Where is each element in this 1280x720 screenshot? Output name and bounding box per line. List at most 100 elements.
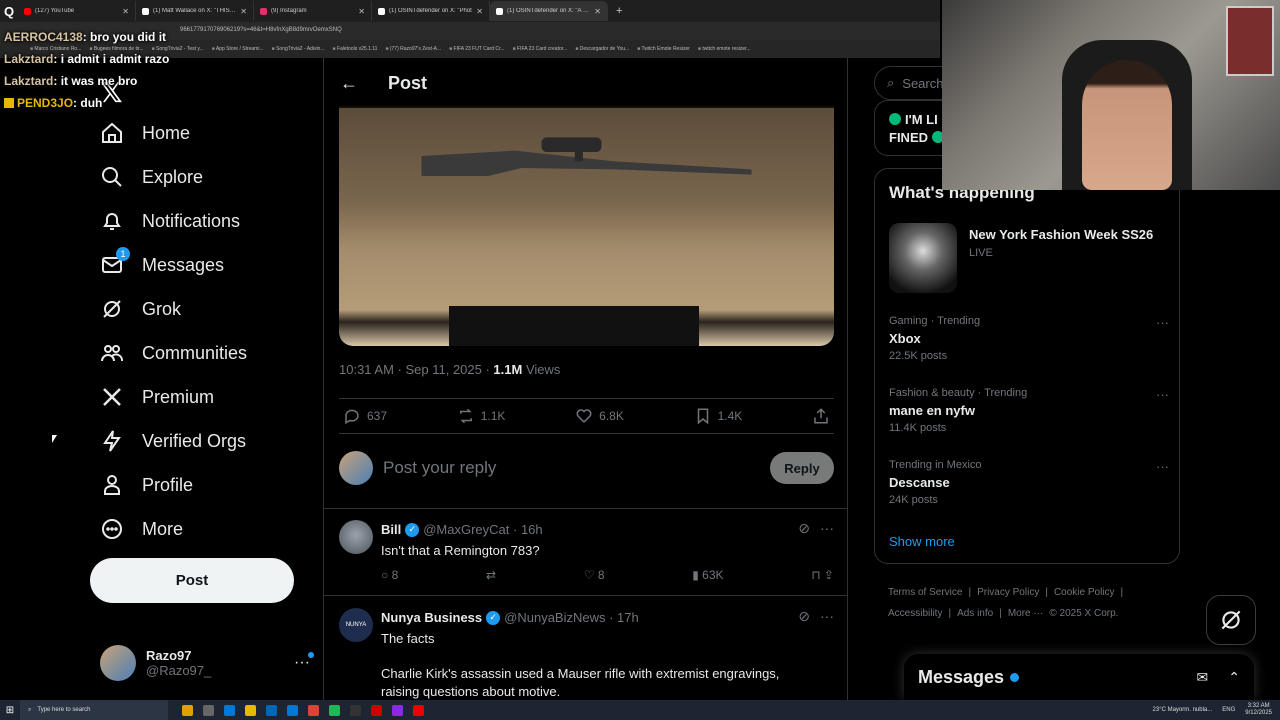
bookmark-item[interactable]: FIFA 23 FUT Card Cr... xyxy=(449,46,505,52)
back-arrow-icon[interactable]: ← xyxy=(340,73,358,94)
system-tray: 23°C Mayorm. nubla... ENG 3:32 AM 9/12/2… xyxy=(1153,703,1280,717)
bookmark-action[interactable]: 1.4K xyxy=(694,407,742,425)
expand-drawer-icon[interactable]: ⌃ xyxy=(1228,669,1240,686)
trend-count: 11.4K posts xyxy=(889,422,947,434)
weather-text[interactable]: 23°C Mayorm. nubla... xyxy=(1153,707,1213,713)
more-icon[interactable]: ··· xyxy=(1156,315,1169,330)
chrome-icon[interactable] xyxy=(308,704,319,716)
sidebar-item-more[interactable]: More xyxy=(100,509,183,549)
sidebar-item-verified-orgs[interactable]: Verified Orgs xyxy=(100,421,246,461)
tab-close-icon[interactable]: ✕ xyxy=(358,7,365,16)
clock[interactable]: 3:32 AM 9/12/2025 xyxy=(1245,703,1272,717)
reply-views[interactable]: ▮ 63K xyxy=(692,568,723,582)
footer-link[interactable]: Terms of Service xyxy=(888,587,962,598)
reply-composer[interactable]: Post your reply Reply xyxy=(339,450,834,486)
more-icon[interactable]: ··· xyxy=(1156,459,1169,474)
taskbar-search[interactable]: ⌕ Type here to search xyxy=(20,700,168,720)
browser-tab[interactable]: (1) Matt Wallace on X: "THIS IS ✕ xyxy=(136,1,254,21)
reply-post[interactable]: NUNYA Nunya Business ✓ @NunyaBizNews · 1… xyxy=(339,608,834,700)
mail-icon[interactable] xyxy=(287,704,298,716)
footer-link[interactable]: Accessibility xyxy=(888,608,942,619)
app-icon[interactable] xyxy=(182,704,193,716)
like-action[interactable]: 6.8K xyxy=(575,407,624,425)
account-switcher[interactable]: Razo97 @Razo97_ ··· xyxy=(100,643,314,683)
reply-author-name[interactable]: Bill xyxy=(381,522,401,537)
reply-author-name[interactable]: Nunya Business xyxy=(381,610,482,625)
sidebar-item-notifications[interactable]: Notifications xyxy=(100,201,240,241)
show-more-link[interactable]: Show more xyxy=(889,534,955,549)
sidebar-item-home[interactable]: Home xyxy=(100,113,190,153)
sidebar-item-messages[interactable]: 1 Messages xyxy=(100,245,224,285)
bookmark-item[interactable]: FIFA 23 Card creator... xyxy=(513,46,567,52)
x-favicon-icon xyxy=(496,7,503,15)
grok-icon[interactable]: ⊘ xyxy=(798,520,810,537)
bookmark-item[interactable]: SongTrivia2 - Adivin... xyxy=(272,46,324,52)
messages-drawer[interactable]: Messages ✉ ⌃ xyxy=(904,654,1254,700)
trend-item[interactable]: Gaming · Trending Xbox 22.5K posts ··· xyxy=(889,315,1169,362)
bookmark-item[interactable]: Twitch Emote Resizer xyxy=(637,46,690,52)
app-icon[interactable] xyxy=(413,704,424,716)
repost-action[interactable]: 1.1K xyxy=(457,407,505,425)
more-icon[interactable]: ··· xyxy=(1156,387,1169,402)
post-button[interactable]: Post xyxy=(90,558,294,603)
app-icon[interactable] xyxy=(203,704,214,716)
wall-poster-image xyxy=(1226,6,1274,76)
footer-link[interactable]: More ··· xyxy=(1008,608,1044,619)
app-icon[interactable] xyxy=(350,704,361,716)
tab-close-icon[interactable]: ✕ xyxy=(594,7,601,16)
grok-icon[interactable]: ⊘ xyxy=(798,608,810,625)
new-tab-icon[interactable]: + xyxy=(608,5,630,17)
browser-tab[interactable]: (9) Instagram ✕ xyxy=(254,1,372,21)
featured-event[interactable]: New York Fashion Week SS26 LIVE xyxy=(889,223,1169,293)
language-indicator[interactable]: ENG xyxy=(1222,707,1235,713)
sidebar-item-communities[interactable]: Communities xyxy=(100,333,247,373)
tab-close-icon[interactable]: ✕ xyxy=(122,7,129,16)
spotify-icon[interactable] xyxy=(329,704,340,716)
reply-like-action[interactable]: ♡ 8 xyxy=(584,568,605,582)
bookmark-item[interactable]: (77) Razo97's Zest-A... xyxy=(385,46,441,52)
share-action[interactable] xyxy=(812,407,830,425)
browser-tab[interactable]: (1) OSINTdefender on X: "Phot ✕ xyxy=(372,1,490,21)
sidebar-item-explore[interactable]: Explore xyxy=(100,157,203,197)
reply-button[interactable]: Reply xyxy=(770,452,834,484)
app-icon[interactable] xyxy=(371,704,382,716)
tab-close-icon[interactable]: ✕ xyxy=(240,7,247,16)
trend-category: Trending in Mexico xyxy=(889,459,982,471)
sidebar-item-profile[interactable]: Profile xyxy=(100,465,193,505)
browser-tab-active[interactable]: (1) OSINTdefender on X: "A pic ✕ xyxy=(490,1,608,21)
account-more-icon[interactable]: ··· xyxy=(294,652,314,672)
more-icon[interactable]: ··· xyxy=(820,608,834,625)
footer-link[interactable]: Privacy Policy xyxy=(977,587,1039,598)
post-image[interactable] xyxy=(339,106,834,346)
bookmark-item[interactable]: App Store / Streami... xyxy=(212,46,264,52)
browser-tab[interactable]: (127) YouTube ✕ xyxy=(18,1,136,21)
reply-input[interactable]: Post your reply xyxy=(383,458,760,478)
trend-item[interactable]: Fashion & beauty · Trending mane en nyfw… xyxy=(889,387,1169,434)
reply-post[interactable]: Bill ✓ @MaxGreyCat · 16h ⊘ ··· Isn't tha… xyxy=(339,520,834,590)
footer-link[interactable]: Cookie Policy xyxy=(1054,587,1115,598)
bookmark-item[interactable]: Descargador de You... xyxy=(575,46,629,52)
store-icon[interactable] xyxy=(266,704,277,716)
reply-bookmark-share[interactable]: ⊓ ⇪ xyxy=(811,568,834,582)
sidebar-item-grok[interactable]: Grok xyxy=(100,289,181,329)
reply-text: Isn't that a Remington 783? xyxy=(381,543,540,558)
footer-link[interactable]: Ads info xyxy=(957,608,993,619)
reply-comment-action[interactable]: ○ 8 xyxy=(381,568,398,582)
post-timestamp[interactable]: 10:31 AM · Sep 11, 2025 · xyxy=(339,362,493,377)
bookmark-item[interactable]: Faletools v25.1.11 xyxy=(333,46,378,52)
windows-start-icon[interactable]: ⊞ xyxy=(0,705,20,716)
bookmark-item[interactable]: twitch emote resizer... xyxy=(698,46,750,52)
compose-message-icon[interactable]: ✉ xyxy=(1197,669,1209,686)
reply-author-handle[interactable]: @MaxGreyCat · 16h xyxy=(423,522,542,537)
edge-icon[interactable] xyxy=(224,704,235,716)
more-icon[interactable]: ··· xyxy=(820,520,834,537)
app-icon[interactable] xyxy=(392,704,403,716)
trend-item[interactable]: Trending in Mexico Descanse 24K posts ··… xyxy=(889,459,1169,506)
grok-button[interactable] xyxy=(1206,595,1256,645)
folder-icon[interactable] xyxy=(245,704,256,716)
sidebar-item-premium[interactable]: Premium xyxy=(100,377,214,417)
reply-author-handle[interactable]: @NunyaBizNews · 17h xyxy=(504,610,639,625)
reply-action[interactable]: 637 xyxy=(343,407,387,425)
reply-repost-action[interactable]: ⇄ xyxy=(486,568,496,582)
tab-close-icon[interactable]: ✕ xyxy=(476,7,483,16)
